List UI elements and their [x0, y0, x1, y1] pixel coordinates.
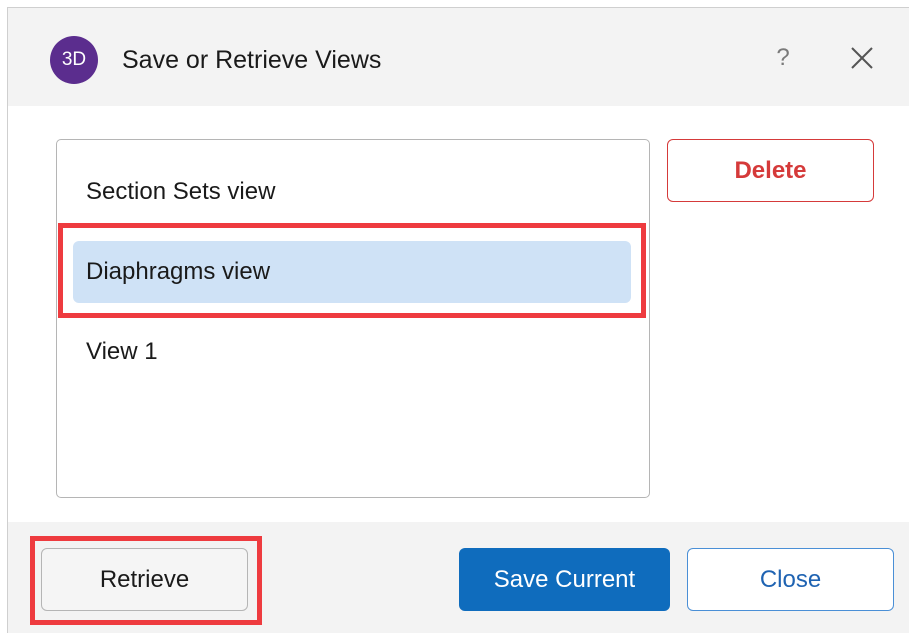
dialog-title: Save or Retrieve Views [122, 46, 382, 74]
title-bar: 3D Save or Retrieve Views ? [8, 8, 909, 106]
list-item-label: View 1 [86, 338, 158, 365]
help-icon[interactable]: ? [770, 42, 796, 74]
close-button[interactable]: Close [687, 548, 894, 611]
list-item-diaphragms-view[interactable]: Diaphragms view [73, 241, 631, 303]
list-item-view-1[interactable]: View 1 [73, 321, 631, 383]
list-item-label: Diaphragms view [86, 258, 271, 285]
save-retrieve-views-dialog: 3D Save or Retrieve Views ? Section Sets… [7, 7, 909, 633]
save-current-button[interactable]: Save Current [459, 548, 670, 611]
list-item-label: Section Sets view [86, 178, 276, 205]
delete-button[interactable]: Delete [667, 139, 874, 202]
close-icon[interactable] [846, 42, 878, 74]
retrieve-button[interactable]: Retrieve [41, 548, 248, 611]
3d-app-icon: 3D [50, 36, 98, 84]
app-icon-label: 3D [61, 49, 87, 70]
list-item-section-sets-view[interactable]: Section Sets view [73, 161, 631, 223]
views-list[interactable]: Section Sets view Diaphragms view View 1 [56, 139, 650, 498]
